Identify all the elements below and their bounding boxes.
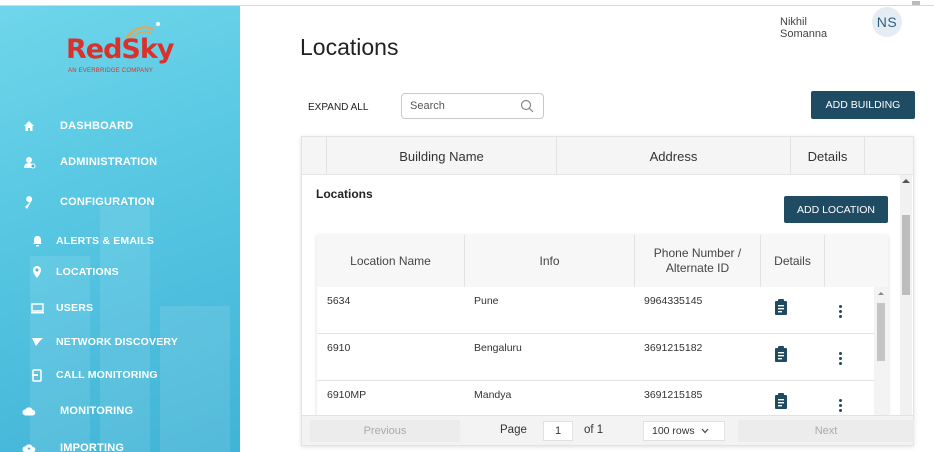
redsky-logo: RedSky AN EVERBRIDGE COMPANY xyxy=(66,18,186,78)
window-knob xyxy=(912,1,920,5)
sidebar-item-label: CONFIGURATION xyxy=(60,196,155,208)
actions-column-header xyxy=(825,235,888,287)
add-location-button[interactable]: ADD LOCATION xyxy=(784,196,888,223)
search-box xyxy=(401,93,544,119)
sidebar-item-configuration[interactable]: CONFIGURATION xyxy=(0,192,240,212)
location-info: Bengaluru xyxy=(474,342,522,354)
page-title: Locations xyxy=(300,34,399,60)
buildings-table-header: Building Name Address Details xyxy=(302,137,913,175)
sidebar-item-label: MONITORING xyxy=(60,405,134,417)
sidebar-item-label: USERS xyxy=(56,302,94,314)
column-header-phone[interactable]: Phone Number / Alternate ID xyxy=(635,235,761,287)
location-info: Pune xyxy=(474,295,499,307)
location-phone: 3691215185 xyxy=(644,389,703,401)
logo-tagline: AN EVERBRIDGE COMPANY xyxy=(68,68,154,74)
sidebar-item-label: ADMINISTRATION xyxy=(60,156,158,168)
add-building-button[interactable]: ADD BUILDING xyxy=(811,91,915,119)
next-button[interactable]: Next xyxy=(738,420,914,442)
locations-table-header: Location Name Info Phone Number / Altern… xyxy=(317,235,888,287)
more-options-icon[interactable] xyxy=(839,305,843,319)
table-row[interactable]: 5634 Pune 9964335145 xyxy=(317,287,874,334)
more-options-icon[interactable] xyxy=(839,352,843,366)
sidebar-item-label: IMPORTING xyxy=(60,442,125,452)
rows-per-page-select[interactable]: 100 rows xyxy=(643,421,725,441)
sidebar-item-call-monitoring[interactable]: CALL MONITORING xyxy=(0,365,240,385)
scrollbar-thumb[interactable] xyxy=(902,215,910,295)
sidebar-item-alerts-emails[interactable]: ALERTS & EMAILS xyxy=(0,231,240,251)
page-number-input[interactable]: 1 xyxy=(543,421,573,441)
locations-table: Location Name Info Phone Number / Altern… xyxy=(317,235,888,415)
previous-button[interactable]: Previous xyxy=(310,420,460,442)
sidebar-item-network-discovery[interactable]: NETWORK DISCOVERY xyxy=(0,332,240,352)
column-header-details: Details xyxy=(761,235,825,287)
outer-scrollbar[interactable] xyxy=(900,175,912,445)
bell-icon xyxy=(30,234,44,248)
sidebar-item-administration[interactable]: ADMINISTRATION xyxy=(0,152,240,172)
page-count: of 1 xyxy=(584,424,604,436)
location-phone: 9964335145 xyxy=(644,295,703,307)
sidebar-item-label: CALL MONITORING xyxy=(56,369,158,381)
phone-icon xyxy=(30,368,44,382)
table-row[interactable]: 6910MP Mandya 3691215185 xyxy=(317,381,874,415)
clipboard-icon[interactable] xyxy=(774,346,788,362)
pagination-bar: Previous Page 1 of 1 100 rows Next xyxy=(302,415,914,445)
admin-icon xyxy=(22,155,36,169)
sidebar-item-locations[interactable]: LOCATIONS xyxy=(0,262,240,282)
sidebar-item-label: NETWORK DISCOVERY xyxy=(56,336,179,348)
expand-column-header xyxy=(302,137,326,175)
funnel-icon xyxy=(30,335,44,349)
logo-text: RedSky xyxy=(66,34,174,65)
scrollbar-thumb[interactable] xyxy=(877,303,885,361)
main-content: Nikhil Somanna NS Locations EXPAND ALL A… xyxy=(240,6,934,452)
table-row[interactable]: 6910 Bengaluru 3691215182 xyxy=(317,334,874,381)
clipboard-icon[interactable] xyxy=(774,299,788,315)
column-header-details: Details xyxy=(790,137,864,175)
sidebar-item-label: ALERTS & EMAILS xyxy=(56,235,155,247)
chevron-down-icon xyxy=(701,425,709,437)
location-name: 6910MP xyxy=(327,389,367,401)
rows-per-page-value: 100 rows xyxy=(652,425,695,437)
scroll-up-arrow[interactable] xyxy=(902,179,910,183)
sidebar-item-label: DASHBOARD xyxy=(60,120,134,132)
user-avatar[interactable]: NS xyxy=(872,7,902,37)
more-options-icon[interactable] xyxy=(839,399,843,413)
sidebar-item-dashboard[interactable]: DASHBOARD xyxy=(0,116,240,136)
locations-subtitle: Locations xyxy=(316,187,373,201)
sidebar-item-monitoring[interactable]: MONITORING xyxy=(0,401,240,421)
background-building xyxy=(30,256,90,452)
column-header-info[interactable]: Info xyxy=(465,235,635,287)
column-header-building-name[interactable]: Building Name xyxy=(326,137,556,175)
actions-column-header xyxy=(864,137,913,175)
location-phone: 3691215182 xyxy=(644,342,703,354)
column-header-location-name[interactable]: Location Name xyxy=(317,235,465,287)
search-icon[interactable] xyxy=(520,99,534,116)
scroll-up-arrow[interactable] xyxy=(878,292,884,295)
sidebar-item-users[interactable]: USERS xyxy=(0,298,240,318)
cloud-icon xyxy=(22,404,36,418)
expand-all-button[interactable]: EXPAND ALL xyxy=(308,102,368,113)
location-name: 5634 xyxy=(327,295,351,307)
page-label: Page xyxy=(500,424,527,436)
location-pin-icon xyxy=(30,265,44,279)
location-info: Mandya xyxy=(474,389,512,401)
wrench-icon xyxy=(22,195,36,209)
upload-cloud-icon xyxy=(22,441,36,452)
column-header-address[interactable]: Address xyxy=(556,137,790,175)
sidebar-item-label: LOCATIONS xyxy=(56,266,119,278)
clipboard-icon[interactable] xyxy=(774,393,788,409)
buildings-table: Building Name Address Details Locations … xyxy=(301,136,914,446)
user-name: Nikhil Somanna xyxy=(780,16,828,40)
search-input[interactable] xyxy=(410,100,520,112)
monitor-icon xyxy=(30,301,44,315)
location-name: 6910 xyxy=(327,342,351,354)
sidebar: RedSky AN EVERBRIDGE COMPANY DASHBOARD A… xyxy=(0,6,240,452)
sidebar-item-importing[interactable]: IMPORTING xyxy=(0,438,240,452)
inner-scrollbar[interactable] xyxy=(874,287,888,415)
home-icon xyxy=(22,119,36,133)
